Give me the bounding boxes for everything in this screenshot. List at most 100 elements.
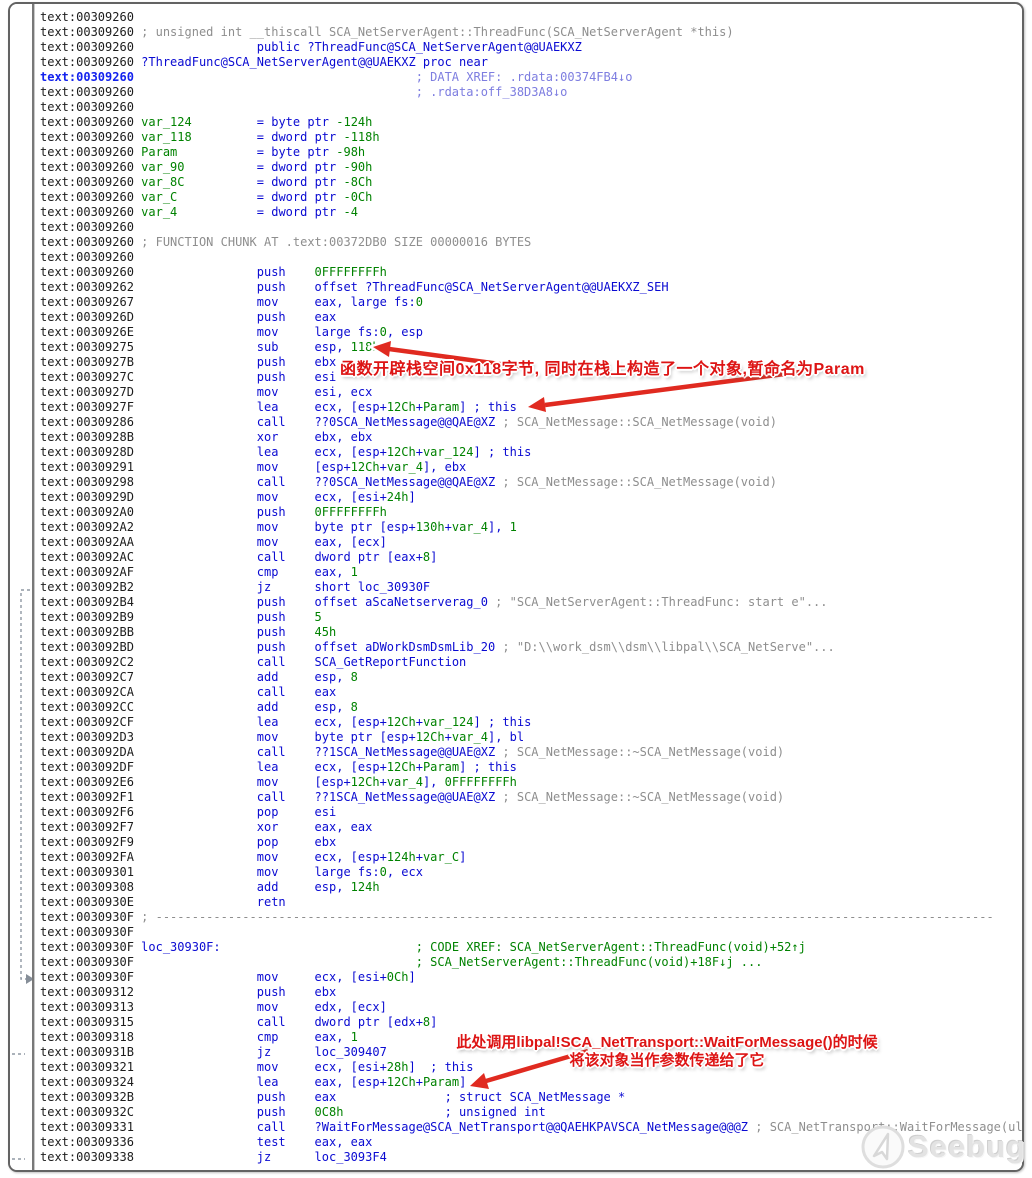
listing-line[interactable]: text:0030929D mov ecx, [esi+24h] <box>40 490 1022 505</box>
code-segment: = dword ptr <box>256 175 344 189</box>
listing-line[interactable]: text:00309301 mov large fs:0, ecx <box>40 865 1022 880</box>
seebug-pointer-logo-icon <box>861 1125 905 1169</box>
listing-line[interactable]: text:003092CC add esp, 8 <box>40 700 1022 715</box>
annotation-waitformessage-line2: 将该对象当作参数传递给了它 <box>569 1052 765 1069</box>
listing-line[interactable]: text:0030930E retn <box>40 895 1022 910</box>
listing-line[interactable]: text:0030926D push eax <box>40 310 1022 325</box>
listing-view[interactable]: text:00309260 text:00309260 ; unsigned in… <box>32 4 1022 1170</box>
listing-line[interactable]: text:00309260 ; unsigned int __thiscall … <box>40 25 1022 40</box>
listing-line[interactable]: text:00309291 mov [esp+12Ch+var_4], ebx <box>40 460 1022 475</box>
code-segment: ; FUNCTION CHUNK AT .text:00372DB0 SIZE … <box>141 235 532 249</box>
listing-line[interactable]: text:003092A0 push 0FFFFFFFFh <box>40 505 1022 520</box>
listing-line[interactable]: text:003092DF lea ecx, [esp+12Ch+Param] … <box>40 760 1022 775</box>
listing-line[interactable]: text:00309267 mov eax, large fs:0 <box>40 295 1022 310</box>
code-segment: 0FFFFFFFFh <box>314 505 387 519</box>
code-segment: text:0030927C <box>40 370 134 384</box>
listing-line[interactable]: text:0030928B xor ebx, ebx <box>40 430 1022 445</box>
listing-line[interactable]: text:00309260 var_90 = dword ptr -90h <box>40 160 1022 175</box>
code-segment: ; <box>141 910 156 924</box>
listing-line[interactable]: text:00309260 ?ThreadFunc@SCA_NetServerA… <box>40 55 1022 70</box>
listing-line[interactable]: text:00309260 public ?ThreadFunc@SCA_Net… <box>40 40 1022 55</box>
listing-line[interactable]: text:00309260 ; .rdata:off_38D3A8↓o <box>40 85 1022 100</box>
listing-line[interactable]: text:003092AC call dword ptr [eax+8] <box>40 550 1022 565</box>
listing-line[interactable]: text:00309324 lea eax, [esp+12Ch+Param] <box>40 1075 1022 1090</box>
listing-line[interactable]: text:003092CF lea ecx, [esp+12Ch+var_124… <box>40 715 1022 730</box>
listing-line[interactable]: text:0030926E mov large fs:0, esp <box>40 325 1022 340</box>
listing-line[interactable]: text:00309315 call dword ptr [edx+8] <box>40 1015 1022 1030</box>
listing-line[interactable]: text:003092C2 call SCA_GetReportFunction <box>40 655 1022 670</box>
listing-line[interactable]: text:0030928D lea ecx, [esp+12Ch+var_124… <box>40 445 1022 460</box>
listing-line[interactable]: text:00309275 sub esp, 118h <box>40 340 1022 355</box>
listing-line[interactable]: text:0030927F lea ecx, [esp+12Ch+Param] … <box>40 400 1022 415</box>
listing-line[interactable]: text:00309260 var_C = dword ptr -0Ch <box>40 190 1022 205</box>
listing-line[interactable]: text:003092FA mov ecx, [esp+124h+var_C] <box>40 850 1022 865</box>
instruction-dot-icon <box>32 794 33 801</box>
listing-line[interactable]: text:003092DA call ??1SCA_NetMessage@@UA… <box>40 745 1022 760</box>
listing-line[interactable]: text:003092E6 mov [esp+12Ch+var_4], 0FFF… <box>40 775 1022 790</box>
instruction-dot-icon <box>32 1094 33 1101</box>
code-segment: mov ecx, [esi+ <box>256 490 387 504</box>
listing-line[interactable]: text:00309260 var_124 = byte ptr -124h <box>40 115 1022 130</box>
listing-line[interactable]: text:00309313 mov edx, [ecx] <box>40 1000 1022 1015</box>
disassembly-window[interactable]: text:00309260 text:00309260 ; unsigned in… <box>8 2 1024 1172</box>
code-segment: text:00309260 <box>40 10 134 24</box>
listing-line[interactable]: text:0030930F ; ------------------------… <box>40 910 1022 925</box>
code-segment: -90h <box>343 160 373 174</box>
code-segment: add esp, <box>256 880 351 894</box>
code-segment: var_4 <box>386 460 423 474</box>
listing-line[interactable]: text:00309260 <box>40 10 1022 25</box>
listing-line[interactable]: text:00309260 <box>40 220 1022 235</box>
listing-line[interactable]: text:0030930F <box>40 925 1022 940</box>
listing-line[interactable]: text:003092D3 mov byte ptr [esp+12Ch+var… <box>40 730 1022 745</box>
listing-line[interactable]: text:00309260 ; FUNCTION CHUNK AT .text:… <box>40 235 1022 250</box>
listing-line[interactable]: text:0030932C push 0C8h ; unsigned int <box>40 1105 1022 1120</box>
listing-line[interactable]: text:003092B4 push offset aScaNetservera… <box>40 595 1022 610</box>
listing-line[interactable]: text:003092F7 xor eax, eax <box>40 820 1022 835</box>
instruction-dot-icon <box>32 989 33 996</box>
listing-line[interactable]: text:003092F9 pop ebx <box>40 835 1022 850</box>
listing-line[interactable]: text:00309260 push 0FFFFFFFFh <box>40 265 1022 280</box>
code-segment: text:00309338 <box>40 1150 134 1164</box>
listing-line[interactable]: text:0030930F mov ecx, [esi+0Ch] <box>40 970 1022 985</box>
instruction-dot-icon <box>32 419 33 426</box>
listing-line[interactable]: text:0030932B push eax ; struct SCA_NetM… <box>40 1090 1022 1105</box>
listing-line[interactable]: text:003092A2 mov byte ptr [esp+130h+var… <box>40 520 1022 535</box>
listing-line[interactable]: text:00309260 var_118 = dword ptr -118h <box>40 130 1022 145</box>
listing-line[interactable]: text:003092F6 pop esi <box>40 805 1022 820</box>
code-segment: text:003092BB <box>40 625 134 639</box>
listing-line[interactable]: text:003092AF cmp eax, 1 <box>40 565 1022 580</box>
code-segment: var_124 <box>422 445 474 459</box>
listing-line[interactable]: text:00309298 call ??0SCA_NetMessage@@QA… <box>40 475 1022 490</box>
listing-line[interactable]: text:00309260 <box>40 250 1022 265</box>
listing-line[interactable]: text:003092F1 call ??1SCA_NetMessage@@UA… <box>40 790 1022 805</box>
listing-line[interactable]: text:003092C7 add esp, 8 <box>40 670 1022 685</box>
instruction-dot-icon <box>32 674 33 681</box>
listing-line[interactable]: text:00309286 call ??0SCA_NetMessage@@QA… <box>40 415 1022 430</box>
listing-line[interactable]: text:0030927D mov esi, ecx <box>40 385 1022 400</box>
listing-line[interactable]: text:003092BD push offset aDWorkDsmDsmLi… <box>40 640 1022 655</box>
listing-line[interactable]: text:003092CA call eax <box>40 685 1022 700</box>
listing-line[interactable]: text:00309260 var_8C = dword ptr -8Ch <box>40 175 1022 190</box>
code-segment: call dword ptr [eax+ <box>256 550 423 564</box>
listing-line[interactable]: text:00309260 <box>40 100 1022 115</box>
listing-line[interactable]: text:0030930F ; SCA_NetServerAgent::Thre… <box>40 955 1022 970</box>
listing-line[interactable]: text:00309312 push ebx <box>40 985 1022 1000</box>
listing-line[interactable]: text:00309308 add esp, 124h <box>40 880 1022 895</box>
code-segment: , esp <box>386 325 423 339</box>
listing-line[interactable]: text:00309260 ; DATA XREF: .rdata:00374F… <box>40 70 1022 85</box>
instruction-dot-icon <box>32 1004 33 1011</box>
listing-line[interactable]: text:00309260 var_4 = dword ptr -4 <box>40 205 1022 220</box>
listing-line[interactable]: text:003092B2 jz short loc_30930F <box>40 580 1022 595</box>
listing-line[interactable]: text:0030930F loc_30930F: ; CODE XREF: S… <box>40 940 1022 955</box>
listing-line[interactable]: text:003092AA mov eax, [ecx] <box>40 535 1022 550</box>
listing-line[interactable]: text:003092B9 push 5 <box>40 610 1022 625</box>
code-segment: text:0030930F <box>40 955 134 969</box>
listing-line[interactable]: text:00309262 push offset ?ThreadFunc@SC… <box>40 280 1022 295</box>
listing-line[interactable]: text:00309260 Param = byte ptr -98h <box>40 145 1022 160</box>
listing-line[interactable]: text:003092BB push 45h <box>40 625 1022 640</box>
code-segment: mov ecx, [esi+ <box>256 1060 387 1074</box>
